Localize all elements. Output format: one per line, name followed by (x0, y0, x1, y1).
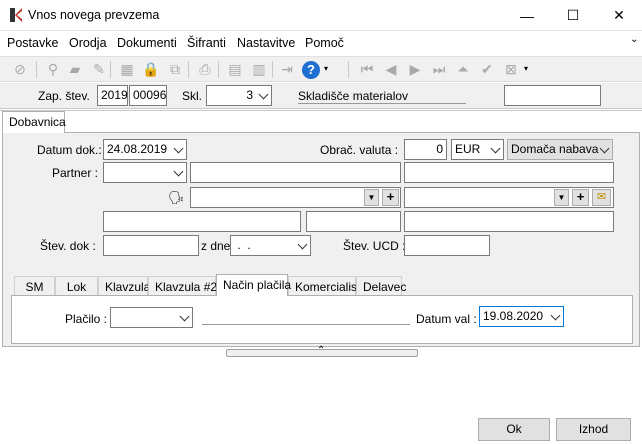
postal-field[interactable] (306, 211, 401, 232)
datum-dok-select[interactable]: 24.08.2019 (103, 139, 187, 160)
dropdown-icon[interactable]: ▾ (524, 64, 528, 73)
datum-val-label: Datum val : (416, 312, 477, 326)
izhod-button[interactable]: Izhod (556, 418, 631, 441)
add-contact-icon[interactable]: + (382, 189, 399, 206)
collapse-up-icon[interactable]: ⌃ (317, 345, 325, 356)
email-icon[interactable]: ✉ (592, 189, 611, 206)
up-icon[interactable]: ⏶ (454, 60, 472, 78)
placilo-description-line (202, 324, 410, 325)
tab-lok[interactable]: Lok (55, 276, 98, 296)
address-dropdown-button[interactable]: ▼ (554, 189, 569, 206)
exit-icon[interactable]: ⇥ (278, 60, 296, 78)
tab-komercialist[interactable]: Komercialist (288, 276, 360, 296)
contact-person-icon[interactable]: 🗣 (168, 190, 185, 206)
z-dne-select[interactable]: . . (230, 235, 311, 256)
placilo-select[interactable] (110, 307, 193, 328)
menu-nastavitve[interactable]: Nastavitve (237, 36, 295, 50)
currency-select[interactable]: EUR (451, 139, 504, 160)
dropdown-icon[interactable]: ▾ (324, 64, 328, 73)
first-record-icon[interactable]: ⏮ (358, 60, 376, 78)
z-dne-label: z dne (201, 239, 231, 253)
menu-dokumenti[interactable]: Dokumenti (117, 36, 177, 50)
stev-dok-field[interactable] (103, 235, 199, 256)
placilo-label: Plačilo : (65, 312, 108, 326)
edit-icon[interactable]: ✎ (90, 60, 108, 78)
city-field[interactable] (404, 211, 614, 232)
warehouse-select[interactable]: 3 (206, 85, 272, 106)
zap-year-field[interactable]: 2019 (97, 85, 128, 106)
tab-delavec[interactable]: Delavec (356, 276, 406, 296)
header-extra-field[interactable] (504, 85, 601, 106)
tab-nacin-placila[interactable]: Način plačila (216, 274, 291, 296)
ok-button[interactable]: Ok (478, 418, 550, 441)
close-button[interactable]: ✕ (596, 0, 642, 31)
partner-label: Partner : (52, 166, 99, 180)
menu-orodja[interactable]: Orodja (69, 36, 107, 50)
add-address-icon[interactable]: + (572, 189, 589, 206)
stev-dok-label: Štev. dok : (40, 239, 96, 253)
menu-pomoc[interactable]: Pomoč (305, 36, 344, 50)
previous-record-icon[interactable]: ◀ (382, 60, 400, 78)
calculator-icon[interactable]: ▦ (118, 60, 136, 78)
toolbar: ⊘ ⚲ ▰ ✎ ▦ 🔒 ⧉ ⎙ ▤ ▥ ⇥ ? ▾ ⏮ ◀ ▶ ⏭ ⏶ ✔ ⊠ … (0, 56, 642, 82)
nabava-type-select[interactable]: Domača nabava (507, 139, 613, 160)
stev-ucd-label: Štev. UCD : (343, 239, 406, 253)
toolbar-separator (348, 61, 349, 78)
print-icon[interactable]: ⎙ (196, 60, 214, 78)
delete-icon[interactable]: ⊠ (502, 60, 520, 78)
toolbar-separator (188, 61, 189, 78)
document-header: Zap. štev. 2019 00096 Skl. 3 Skladišče m… (0, 83, 642, 109)
lock-icon[interactable]: 🔒 (142, 60, 160, 78)
stev-ucd-field[interactable] (404, 235, 490, 256)
menu-sifranti[interactable]: Šifranti (187, 36, 226, 50)
zap-number-field[interactable]: 00096 (129, 85, 167, 106)
document2-icon[interactable]: ▥ (250, 60, 268, 78)
last-record-icon[interactable]: ⏭ (430, 60, 448, 78)
title-bar[interactable]: Vnos novega prevzema — ☐ ✕ (0, 0, 642, 31)
address-line-field[interactable] (103, 211, 301, 232)
tab-klavzula[interactable]: Klavzula (98, 276, 150, 296)
next-record-icon[interactable]: ▶ (406, 60, 424, 78)
partner-select[interactable] (103, 162, 187, 183)
contact-dropdown-button[interactable]: ▼ (364, 189, 379, 206)
toolbar-separator (218, 61, 219, 78)
menu-bar: Postavke Orodja Dokumenti Šifranti Nasta… (0, 32, 642, 55)
document-icon[interactable]: ▤ (226, 60, 244, 78)
window-title: Vnos novega prevzema (28, 8, 160, 22)
toolbar-separator (36, 61, 37, 78)
valuta-rate-field[interactable]: 0 (404, 139, 447, 160)
zap-label: Zap. štev. (38, 89, 90, 103)
menu-overflow-icon[interactable]: ⌄ (630, 34, 638, 45)
maximize-button[interactable]: ☐ (550, 0, 596, 31)
help-icon[interactable]: ? (302, 61, 320, 79)
menu-postavke[interactable]: Postavke (7, 36, 58, 50)
datum-val-select[interactable]: 19.08.2020 (479, 306, 564, 327)
valuta-label: Obrač. valuta : (320, 143, 399, 157)
panel-splitter[interactable]: ⌃ (226, 345, 418, 357)
cancel-icon[interactable]: ⊘ (11, 60, 29, 78)
copy-icon[interactable]: ⧉ (166, 60, 184, 78)
tab-dobavnica[interactable]: Dobavnica (2, 111, 66, 133)
datum-label: Datum dok.: (37, 143, 102, 157)
pin-icon[interactable]: ⚲ (44, 60, 62, 78)
app-logo-icon (10, 8, 22, 22)
toolbar-separator (110, 61, 111, 78)
check-icon[interactable]: ✔ (478, 60, 496, 78)
partner-extra-field[interactable] (404, 162, 614, 183)
toolbar-separator (272, 61, 273, 78)
partner-name-field[interactable] (190, 162, 401, 183)
tab-sm[interactable]: SM (14, 276, 55, 296)
warehouse-name: Skladišče materialov (298, 89, 466, 104)
skl-label: Skl. (182, 89, 203, 103)
minimize-button[interactable]: — (504, 0, 550, 31)
tab-klavzula-2[interactable]: Klavzula #2 (148, 276, 217, 296)
folder-icon[interactable]: ▰ (66, 60, 84, 78)
